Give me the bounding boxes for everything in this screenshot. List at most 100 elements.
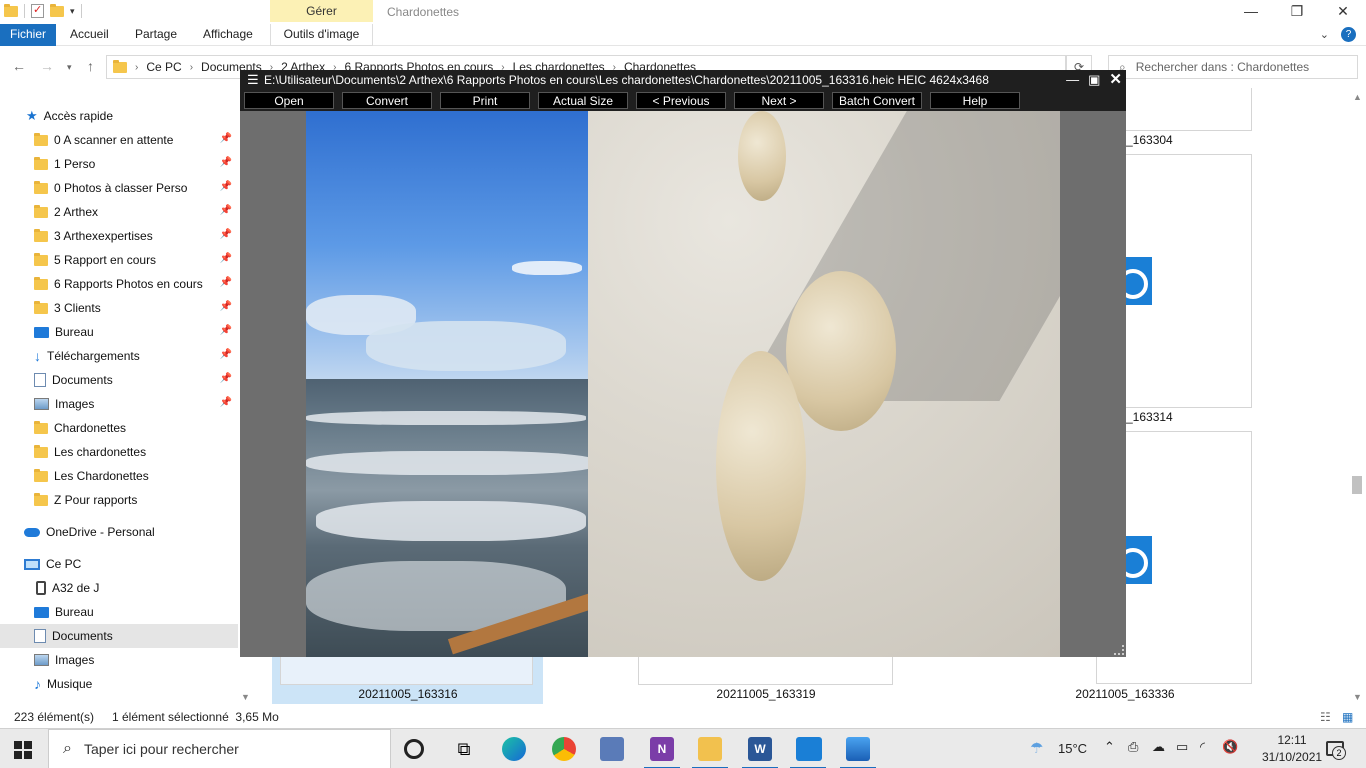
scroll-up-icon[interactable]: ▲ <box>1353 92 1362 102</box>
scroll-down-icon[interactable]: ▼ <box>241 692 250 702</box>
file-explorer-icon[interactable] <box>692 737 728 768</box>
scroll-down-icon[interactable]: ▼ <box>1353 692 1362 702</box>
tab-outils-image[interactable]: Outils d'image <box>270 24 373 46</box>
next-button[interactable]: Next > <box>734 92 824 109</box>
scroll-thumb[interactable] <box>1352 476 1362 494</box>
expand-ribbon-icon[interactable]: ⌄ <box>1320 28 1329 41</box>
nav-item-scanner[interactable]: 0 A scanner en attente 📌 <box>0 128 238 152</box>
nav-item-perso[interactable]: 1 Perso 📌 <box>0 152 238 176</box>
nav-item-arthexexpertises[interactable]: 3 Arthexexpertises 📌 <box>0 224 238 248</box>
nav-pc-phone[interactable]: A32 de J <box>0 576 238 600</box>
resize-grip-icon[interactable] <box>1114 645 1124 655</box>
batch-convert-button[interactable]: Batch Convert <box>832 92 922 109</box>
help-button[interactable]: Help <box>930 92 1020 109</box>
properties-icon[interactable] <box>31 3 44 18</box>
cortana-icon[interactable] <box>404 739 424 759</box>
actual-size-button[interactable]: Actual Size <box>538 92 628 109</box>
thumbnail-163316[interactable] <box>280 657 533 685</box>
edge-icon[interactable] <box>502 737 526 761</box>
pin-icon[interactable]: 📌 <box>220 157 232 168</box>
nav-item-les-chardonettes-2[interactable]: Les Chardonettes <box>0 464 238 488</box>
weather-icon[interactable]: ☂ <box>1030 739 1043 768</box>
nav-item-bureau[interactable]: Bureau 📌 <box>0 320 238 344</box>
print-button[interactable]: Print <box>440 92 530 109</box>
pin-icon[interactable]: 📌 <box>220 205 232 216</box>
nav-this-pc[interactable]: Ce PC <box>0 552 238 576</box>
pin-icon[interactable]: 📌 <box>220 277 232 288</box>
large-icons-view-icon[interactable]: ▦ <box>1342 710 1353 724</box>
battery-icon[interactable]: ▭ <box>1176 739 1188 768</box>
nav-pc-bureau[interactable]: Bureau <box>0 600 238 624</box>
tab-partage[interactable]: Partage <box>135 24 177 46</box>
restore-icon[interactable]: ❐ <box>1274 0 1320 22</box>
clock[interactable]: 12:11 31/10/2021 <box>1262 732 1322 766</box>
minimize-icon[interactable]: — <box>1228 0 1274 22</box>
tab-accueil[interactable]: Accueil <box>70 24 109 46</box>
maximize-icon[interactable]: ▣ <box>1088 70 1100 90</box>
search-input[interactable]: ⌕ Rechercher dans : Chardonettes <box>1108 55 1358 79</box>
usb-icon[interactable]: ⎙ <box>1128 739 1138 768</box>
pin-icon[interactable]: 📌 <box>220 325 232 336</box>
pin-icon[interactable]: 📌 <box>220 229 232 240</box>
chevron-right-icon[interactable]: › <box>135 62 138 73</box>
nav-item-photos-perso[interactable]: 0 Photos à classer Perso 📌 <box>0 176 238 200</box>
photos-app-icon[interactable] <box>840 737 876 768</box>
breadcrumb-ce-pc[interactable]: Ce PC <box>146 60 181 74</box>
nav-quick-access[interactable]: ★ Accès rapide <box>0 104 238 128</box>
pin-icon[interactable]: 📌 <box>220 133 232 144</box>
word-icon[interactable]: W <box>742 737 778 768</box>
close-icon[interactable]: ✕ <box>1320 0 1366 22</box>
nav-item-telechargements[interactable]: ↓ Téléchargements 📌 <box>0 344 238 368</box>
task-view-icon[interactable]: ⧉ <box>452 737 476 761</box>
volume-muted-icon[interactable]: 🔇 <box>1222 739 1238 768</box>
windows-start-icon[interactable] <box>14 741 32 759</box>
close-icon[interactable]: ✕ <box>1109 70 1122 90</box>
pin-icon[interactable]: 📌 <box>220 349 232 360</box>
onedrive-tray-icon[interactable]: ☁ <box>1152 739 1165 768</box>
pin-icon[interactable]: 📌 <box>220 397 232 408</box>
open-button[interactable]: Open <box>244 92 334 109</box>
thumbnail-163319[interactable] <box>638 657 893 685</box>
onenote-icon[interactable]: N <box>644 737 680 768</box>
nav-item-rapports-photos[interactable]: 6 Rapports Photos en cours 📌 <box>0 272 238 296</box>
help-icon[interactable]: ? <box>1341 27 1356 42</box>
network-app-icon[interactable] <box>600 737 624 761</box>
details-view-icon[interactable]: ☷ <box>1320 710 1331 724</box>
tab-fichier[interactable]: Fichier <box>0 24 56 46</box>
recent-locations-icon[interactable]: ▾ <box>67 62 72 73</box>
taskbar-search-input[interactable]: ⌕ Taper ici pour rechercher <box>48 729 391 768</box>
temperature-readout[interactable]: 15°C <box>1058 741 1087 768</box>
back-arrow-icon[interactable]: ← <box>12 58 26 74</box>
pin-icon[interactable]: 📌 <box>220 301 232 312</box>
new-folder-icon[interactable] <box>50 3 64 17</box>
chevron-right-icon[interactable]: › <box>190 62 193 73</box>
chrome-icon[interactable] <box>552 737 576 761</box>
nav-item-documents[interactable]: Documents 📌 <box>0 368 238 392</box>
nav-pc-musique[interactable]: ♪ Musique <box>0 672 238 696</box>
convert-button[interactable]: Convert <box>342 92 432 109</box>
wifi-icon[interactable]: ◜ <box>1200 739 1205 768</box>
previous-button[interactable]: < Previous <box>636 92 726 109</box>
up-arrow-icon[interactable]: ↑ <box>87 58 94 74</box>
tab-affichage[interactable]: Affichage <box>203 24 253 46</box>
pin-icon[interactable]: 📌 <box>220 253 232 264</box>
show-hidden-icons-icon[interactable]: ⌃ <box>1104 739 1115 768</box>
nav-item-les-chardonettes[interactable]: Les chardonettes <box>0 440 238 464</box>
nav-item-clients[interactable]: 3 Clients 📌 <box>0 296 238 320</box>
content-scrollbar[interactable]: ▲ ▼ <box>1350 88 1366 704</box>
nav-item-arthex[interactable]: 2 Arthex 📌 <box>0 200 238 224</box>
customize-qat-icon[interactable]: ▾ <box>70 6 75 17</box>
nav-onedrive[interactable]: OneDrive - Personal <box>0 520 238 544</box>
nav-pc-documents[interactable]: Documents <box>0 624 238 648</box>
pin-icon[interactable]: 📌 <box>220 373 232 384</box>
pin-icon[interactable]: 📌 <box>220 181 232 192</box>
forward-arrow-icon[interactable]: → <box>40 58 54 74</box>
nav-item-images[interactable]: Images 📌 <box>0 392 238 416</box>
nav-item-chardonettes[interactable]: Chardonettes <box>0 416 238 440</box>
hamburger-menu-icon[interactable]: ☰ <box>247 70 259 90</box>
nav-item-pour-rapports[interactable]: Z Pour rapports <box>0 488 238 512</box>
nav-pc-images[interactable]: Images <box>0 648 238 672</box>
minimize-icon[interactable]: — <box>1066 70 1079 90</box>
nav-item-rapport-en-cours[interactable]: 5 Rapport en cours 📌 <box>0 248 238 272</box>
camera-app-icon[interactable] <box>790 737 826 768</box>
